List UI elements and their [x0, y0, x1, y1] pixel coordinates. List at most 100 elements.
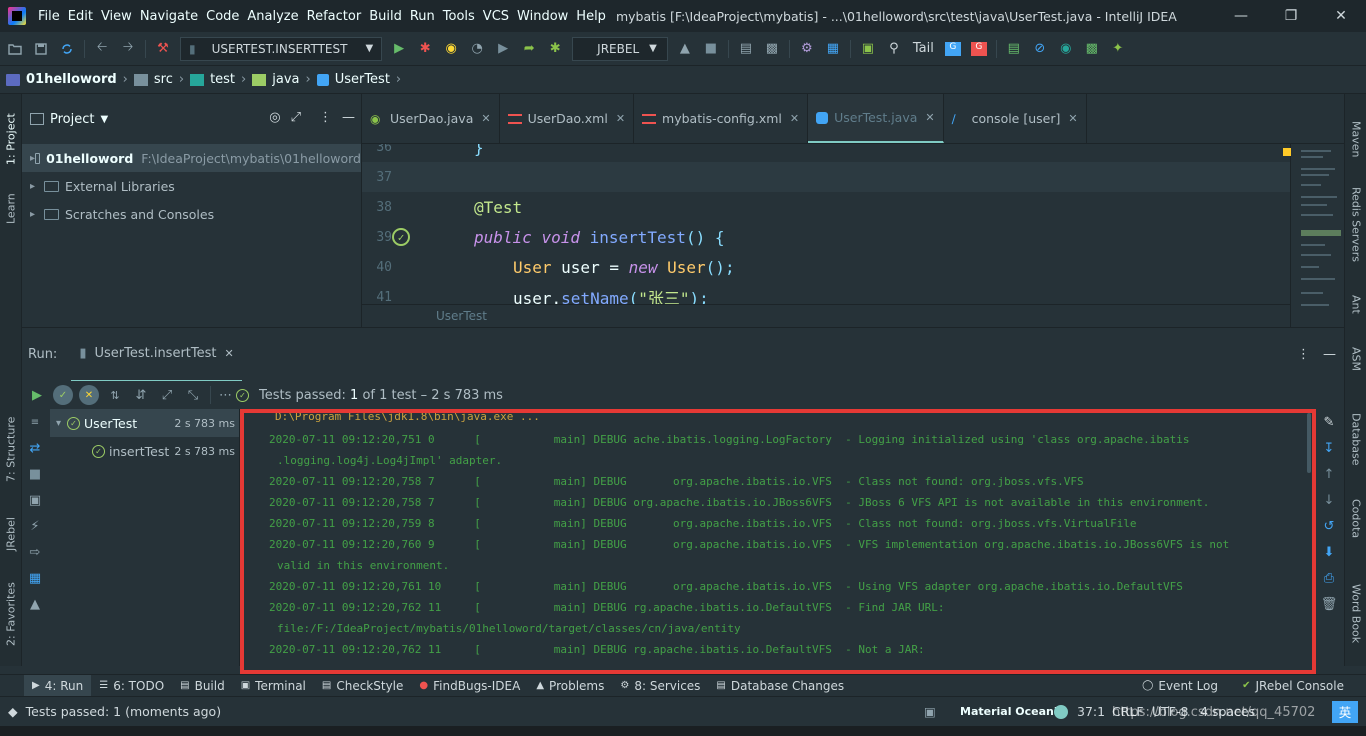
chevron-right-icon[interactable]: ▸	[30, 181, 44, 192]
expand-all-icon[interactable]: ⤢	[154, 382, 180, 408]
run-tab-usertest-inserttest[interactable]: ▮ UserTest.insertTest ✕	[71, 328, 242, 382]
profile-icon[interactable]: ◔	[464, 36, 490, 62]
tab-word-book[interactable]: Word Book	[1345, 574, 1366, 654]
collapse-icon[interactable]: ⤢	[291, 110, 301, 125]
tool-window-findbugs[interactable]: ● FindBugs-IDEA	[411, 675, 528, 697]
test-passed-gutter-icon[interactable]: ✓	[392, 228, 410, 246]
tab-userdao-java[interactable]: ◉ UserDao.java ✕	[362, 94, 500, 143]
no-icon[interactable]: ⊘	[1027, 36, 1053, 62]
tool-window-todo[interactable]: ☰ 6: TODO	[91, 675, 172, 697]
tab-ant[interactable]: Ant	[1345, 289, 1366, 319]
tab-mybatis-config-xml[interactable]: mybatis-config.xml ✕	[634, 94, 809, 143]
tail-button[interactable]: Tail	[913, 41, 934, 56]
breadcrumb-item-usertest[interactable]: UserTest	[316, 72, 390, 87]
jrebel-select[interactable]: JREBEL ▼	[572, 36, 668, 61]
menu-analyze[interactable]: Analyze	[243, 9, 302, 24]
tree-item-scratches[interactable]: ▸ Scratches and Consoles	[22, 200, 361, 228]
warning-marker-icon[interactable]	[1283, 148, 1291, 156]
qr-icon[interactable]: ▩	[1079, 36, 1105, 62]
menu-code[interactable]: Code	[202, 9, 243, 24]
terminal-icon[interactable]: ▣	[855, 36, 881, 62]
search-icon[interactable]: ⚲	[881, 36, 907, 62]
hide-panel-icon[interactable]: —	[1323, 347, 1336, 362]
wrap-icon[interactable]: ↺	[1316, 513, 1342, 539]
collapse-all-icon[interactable]: ⤡	[180, 382, 206, 408]
scroll-down-icon[interactable]: ↓	[1316, 487, 1342, 513]
scroll-up-icon[interactable]: ↑	[1316, 461, 1342, 487]
tab-learn[interactable]: Learn	[0, 184, 22, 234]
jrebel-run-icon[interactable]: ➦	[516, 36, 542, 62]
vcs-update-icon[interactable]: ▤	[733, 36, 759, 62]
tool-window-problems[interactable]: ▲ Problems	[528, 675, 612, 697]
back-icon[interactable]: 🡠	[89, 36, 115, 62]
tab-project[interactable]: 1: Project	[0, 102, 22, 176]
ime-indicator[interactable]: 英	[1332, 700, 1358, 723]
save-icon[interactable]	[28, 36, 54, 62]
stop-icon[interactable]: ■	[22, 461, 48, 487]
minimize-button[interactable]: —	[1216, 0, 1266, 32]
close-icon[interactable]: ✕	[481, 112, 490, 125]
menu-refactor[interactable]: Refactor	[303, 9, 366, 24]
tool-window-database-changes[interactable]: ▤ Database Changes	[708, 675, 852, 697]
plugin-icon[interactable]: ◉	[1053, 36, 1079, 62]
print-icon[interactable]: ⎙	[1316, 565, 1342, 591]
code-editor[interactable]: 36 } 37 38 @Test 39 ✓ public void insert…	[362, 144, 1290, 304]
menu-run[interactable]: Run	[406, 9, 439, 24]
menu-vcs[interactable]: VCS	[479, 9, 513, 24]
tab-codota[interactable]: Codota	[1345, 489, 1366, 549]
breadcrumb-item-src[interactable]: src	[133, 72, 173, 87]
tool-window-terminal[interactable]: ▣ Terminal	[233, 675, 314, 697]
project-panel-title[interactable]: Project	[50, 112, 94, 127]
forward-icon[interactable]: 🡢	[115, 36, 141, 62]
run-icon[interactable]: ▶	[386, 36, 412, 62]
tab-redis-servers[interactable]: Redis Servers	[1345, 179, 1366, 269]
settings-icon[interactable]: ⚙	[794, 36, 820, 62]
pin-icon[interactable]: ▲	[22, 591, 48, 617]
tab-database[interactable]: Database	[1345, 404, 1366, 474]
rerun-icon[interactable]: ▶	[24, 382, 50, 408]
show-passed-icon[interactable]: ✓	[50, 382, 76, 408]
jrebel-debug-icon[interactable]: ✱	[542, 36, 568, 62]
coverage-icon[interactable]: ◉	[438, 36, 464, 62]
more-options-icon[interactable]: ⋮	[1297, 347, 1310, 362]
chevron-down-icon[interactable]: ▼	[100, 114, 108, 125]
tab-asm[interactable]: ASM	[1345, 339, 1366, 379]
run-any-icon[interactable]: ▶	[490, 36, 516, 62]
status-message[interactable]: Tests passed: 1 (moments ago)	[26, 704, 221, 719]
tool-window-run[interactable]: ▶ 4: Run	[24, 674, 92, 697]
puzzle-icon[interactable]: ✦	[1105, 36, 1131, 62]
plug-icon[interactable]: ⚡	[22, 513, 48, 539]
trash-icon[interactable]: 🗑	[1316, 591, 1342, 617]
menu-view[interactable]: View	[97, 9, 136, 24]
translate-replace-icon[interactable]: G	[966, 36, 992, 62]
run-configuration-select[interactable]: ▮ USERTEST.INSERTTEST ▼	[180, 36, 383, 61]
close-icon[interactable]: ✕	[925, 111, 934, 124]
hide-panel-icon[interactable]: —	[342, 110, 355, 125]
tab-userdao-xml[interactable]: UserDao.xml ✕	[500, 94, 635, 143]
sort-alpha-icon[interactable]: ⇅	[102, 382, 128, 408]
tab-console-user[interactable]: ∕ console [user] ✕	[944, 94, 1087, 143]
console-scrollbar[interactable]	[1307, 413, 1311, 473]
tree-item-module[interactable]: ▸ 01helloword F:\IdeaProject\mybatis\01h…	[22, 144, 361, 172]
close-icon[interactable]: ✕	[225, 347, 234, 360]
rerun-failed-icon[interactable]: ⇄	[22, 435, 48, 461]
stop-icon[interactable]: ■	[698, 36, 724, 62]
soft-wrap-icon[interactable]: ↧	[1316, 435, 1342, 461]
code-minimap[interactable]	[1283, 144, 1344, 327]
breadcrumb-item-java[interactable]: java	[252, 72, 299, 87]
more-icon[interactable]: ⋯	[219, 388, 232, 403]
close-icon[interactable]: ✕	[1068, 112, 1077, 125]
tab-structure[interactable]: 7: Structure	[0, 404, 22, 494]
translate-icon[interactable]: G	[940, 36, 966, 62]
debug-icon[interactable]: ✱	[412, 36, 438, 62]
statistic-icon[interactable]: ▤	[1001, 36, 1027, 62]
tool-window-services[interactable]: ⚙ 8: Services	[612, 675, 708, 697]
attach-icon[interactable]: ▲	[672, 36, 698, 62]
scroll-to-end-icon[interactable]: ⬇	[1316, 539, 1342, 565]
sort-duration-icon[interactable]: ⇵	[128, 382, 154, 408]
chevron-down-icon[interactable]: ▾	[56, 418, 61, 429]
chevron-right-icon[interactable]: ▸	[30, 209, 44, 220]
tab-maven[interactable]: Maven	[1345, 114, 1366, 164]
terminal-status-icon[interactable]: ▣	[924, 704, 936, 719]
tab-jrebel[interactable]: JRebel	[0, 504, 22, 564]
